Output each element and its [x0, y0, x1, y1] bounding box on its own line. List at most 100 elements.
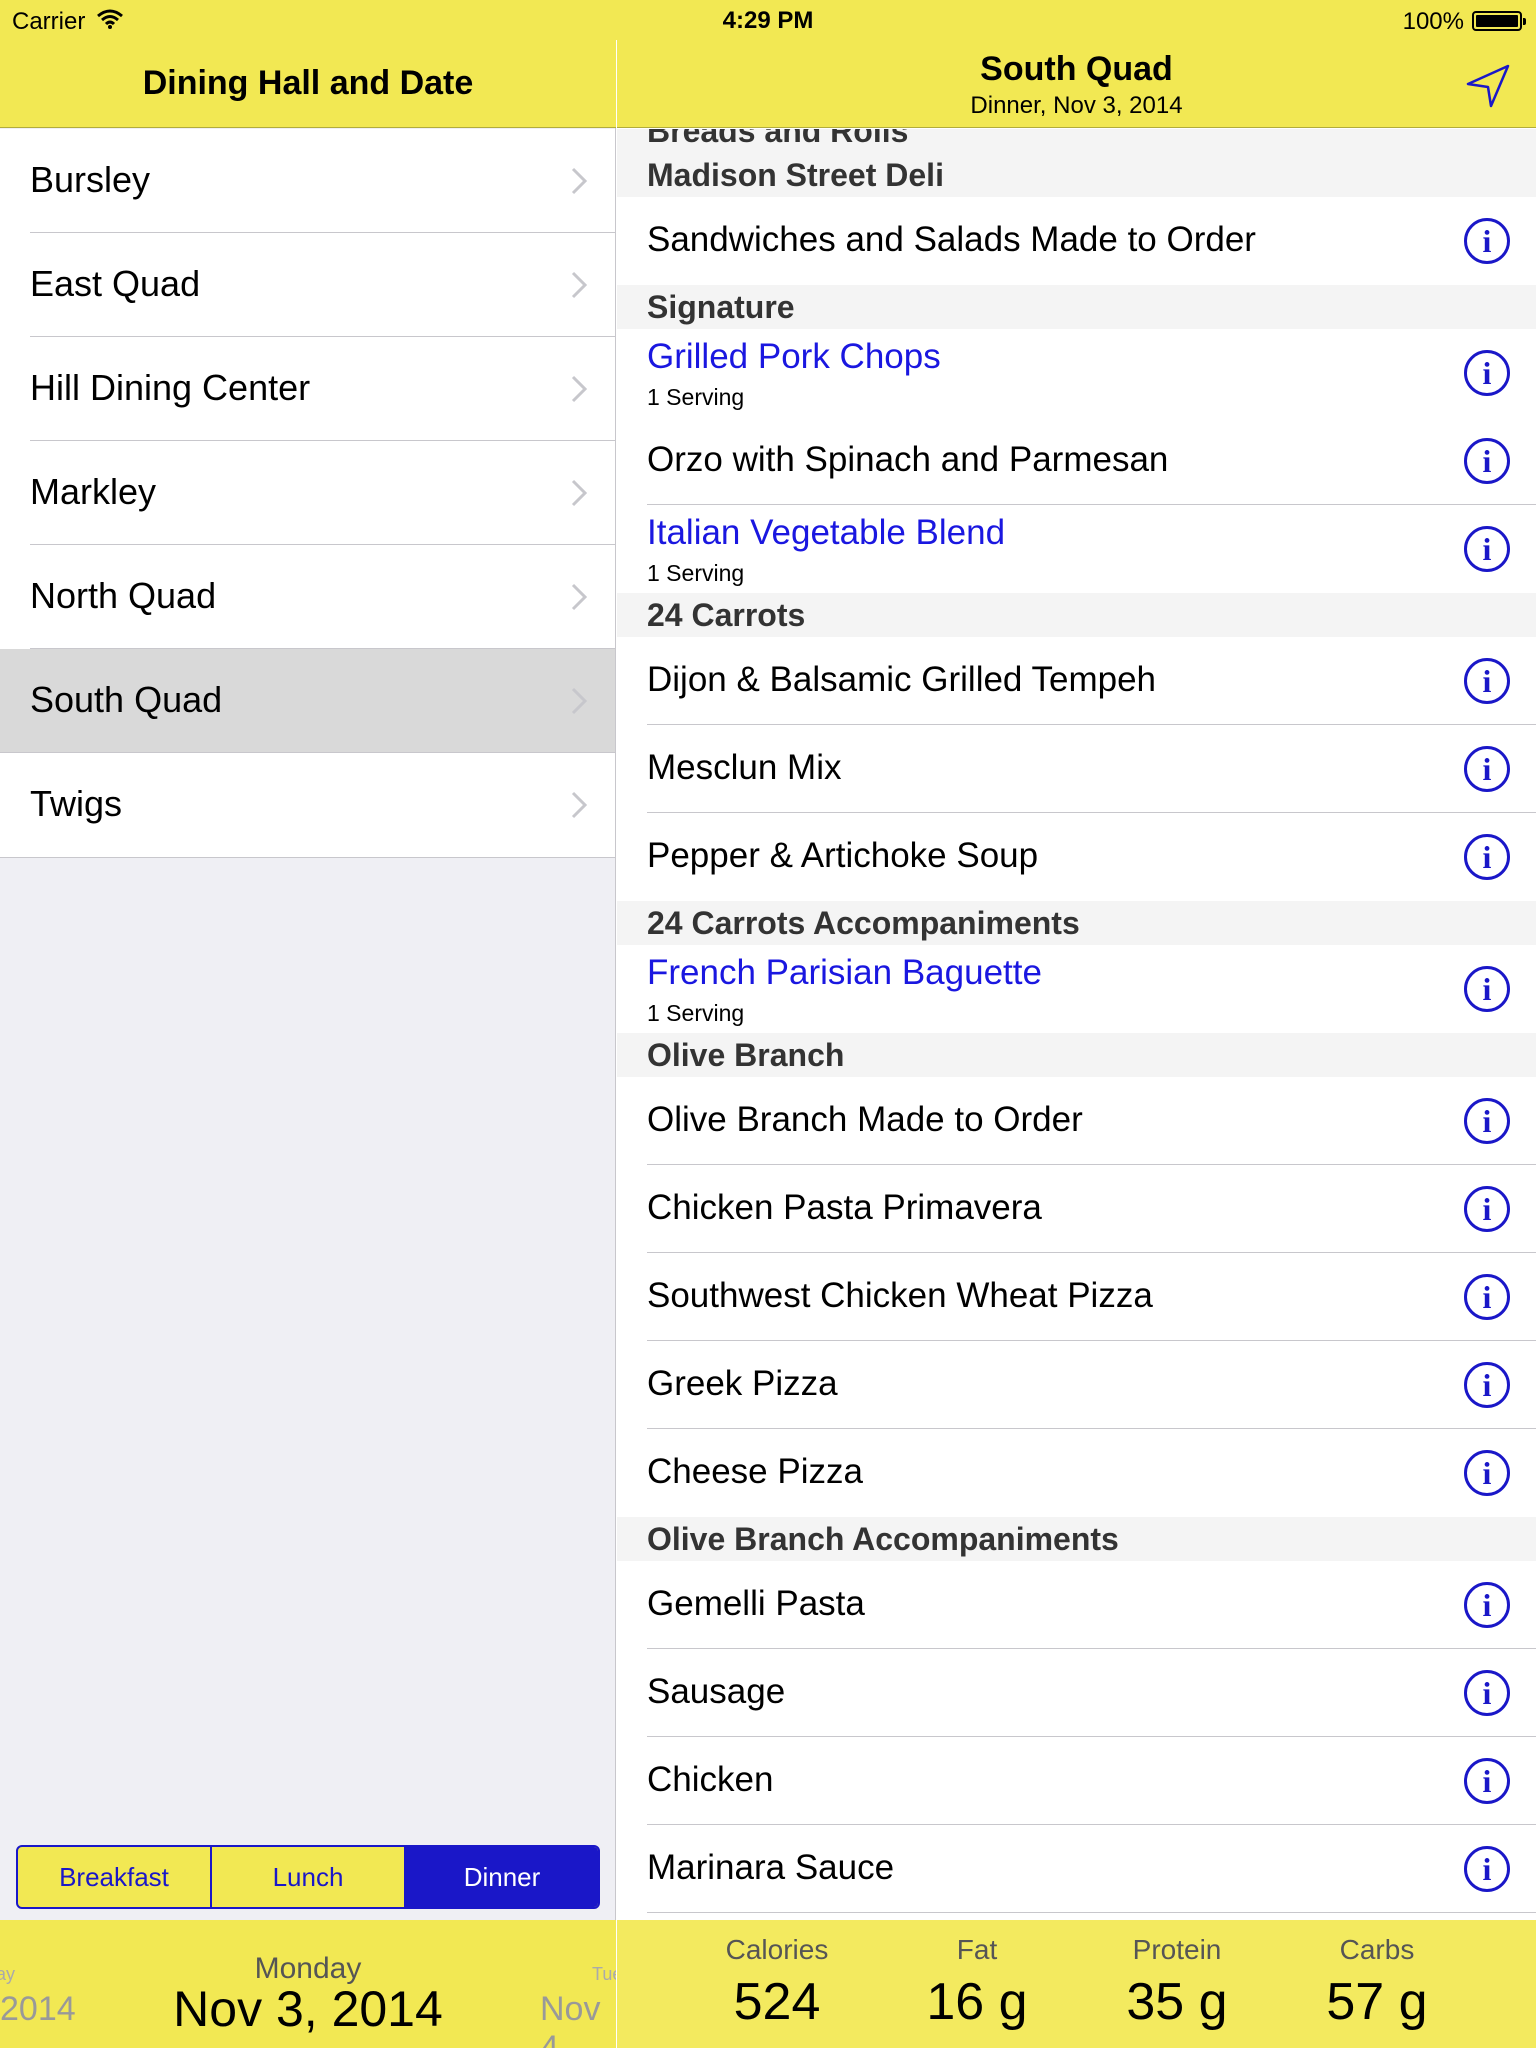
menu-item[interactable]: Olive Branch Made to Order i — [647, 1077, 1536, 1165]
dining-hall-list: Bursley East Quad Hill Dining Center Markle… — [0, 129, 615, 858]
menu-item-serving: 1 Serving — [647, 384, 745, 410]
menu-list[interactable]: Breads and Rolls Madison Street Deli Sandw… — [617, 129, 1536, 1919]
menu-item[interactable]: Marinara Sauce i — [647, 1825, 1536, 1913]
menu-item[interactable]: Grilled Pork Chops 1 Serving i — [647, 329, 1536, 417]
menu-item-name: Southwest Chicken Wheat Pizza — [647, 1276, 1153, 1315]
menu-item-name: Sausage — [647, 1672, 786, 1711]
detail-subtitle: Dinner, Nov 3, 2014 — [970, 92, 1183, 119]
hall-label: Markley — [30, 471, 157, 512]
menu-item[interactable]: Pepper & Artichoke Soup i — [647, 813, 1536, 901]
menu-item-name: Grilled Pork Chops — [647, 337, 941, 376]
hall-row[interactable]: East Quad — [30, 233, 615, 337]
menu-item-name: Dijon & Balsamic Grilled Tempeh — [647, 660, 1157, 699]
info-icon[interactable]: i — [1464, 1582, 1510, 1628]
battery-icon — [1472, 11, 1526, 31]
location-arrow-icon[interactable] — [1462, 60, 1514, 112]
menu-section-header: 24 Carrots Accompaniments — [617, 901, 1536, 945]
menu-item-name: Greek Pizza — [647, 1364, 838, 1403]
info-icon[interactable]: i — [1464, 1846, 1510, 1892]
menu-item-name: Italian Vegetable Blend — [647, 513, 1006, 552]
picker-next-day: Tue — [592, 1964, 616, 1984]
menu-section-header: Breads and Rolls — [617, 129, 1536, 153]
hall-row[interactable]: North Quad — [30, 545, 615, 649]
menu-item[interactable]: French Parisian Baguette 1 Serving i — [647, 945, 1536, 1033]
clock: 4:29 PM — [722, 7, 814, 34]
menu-section-header: 24 Carrots — [617, 593, 1536, 637]
menu-item-name: Chicken Pasta Primavera — [647, 1188, 1042, 1227]
meal-segment-lunch[interactable]: Lunch — [212, 1847, 406, 1907]
menu-item[interactable]: Sausage i — [647, 1649, 1536, 1737]
info-icon[interactable]: i — [1464, 350, 1510, 396]
info-icon[interactable]: i — [1464, 526, 1510, 572]
menu-section-header: Signature — [617, 285, 1536, 329]
detail-pane: South Quad Dinner, Nov 3, 2014 Breads an… — [617, 0, 1536, 2048]
info-icon[interactable]: i — [1464, 966, 1510, 1012]
picker-date: Nov 3, 2014 — [173, 1981, 443, 2037]
info-icon[interactable]: i — [1464, 1186, 1510, 1232]
menu-item[interactable]: Mesclun Mix i — [647, 725, 1536, 813]
master-title: Dining Hall and Date — [142, 64, 474, 102]
nutrition-value: 35 g — [1126, 1973, 1228, 2031]
info-icon[interactable]: i — [1464, 1098, 1510, 1144]
nutrition-value: 524 — [733, 1973, 821, 2031]
menu-item[interactable]: Alfredo Saucei — [647, 1913, 1536, 1919]
info-icon[interactable]: i — [1464, 1450, 1510, 1496]
nutrition-value: 16 g — [926, 1973, 1028, 2031]
date-picker[interactable]: ay 2014 Monday Nov 3, 2014 Tue Nov 4 — [0, 1920, 616, 2048]
menu-item[interactable]: Greek Pizza i — [647, 1341, 1536, 1429]
info-icon[interactable]: i — [1464, 1362, 1510, 1408]
hall-row[interactable]: Bursley — [30, 129, 615, 233]
menu-item-name: Gemelli Pasta — [647, 1584, 865, 1623]
menu-item-serving: 1 Serving — [647, 560, 745, 586]
chevron-right-icon — [571, 375, 587, 403]
menu-item[interactable]: Southwest Chicken Wheat Pizza i — [647, 1253, 1536, 1341]
menu-item[interactable]: Dijon & Balsamic Grilled Tempeh i — [647, 637, 1536, 725]
hall-label: Twigs — [30, 783, 123, 824]
info-icon[interactable]: i — [1464, 834, 1510, 880]
menu-item[interactable]: Orzo with Spinach and Parmesan i — [647, 417, 1536, 505]
menu-item-name: Mesclun Mix — [647, 748, 842, 787]
menu-item[interactable]: Sandwiches and Salads Made to Order i — [647, 197, 1536, 285]
meal-segment-breakfast[interactable]: Breakfast — [18, 1847, 212, 1907]
menu-item[interactable]: Gemelli Pasta i — [647, 1561, 1536, 1649]
menu-section-header: Olive Branch — [617, 1033, 1536, 1077]
meal-segmented-control: Breakfast Lunch Dinner — [16, 1845, 600, 1909]
hall-row[interactable]: Twigs — [30, 753, 615, 857]
menu-item[interactable]: Italian Vegetable Blend 1 Serving i — [647, 505, 1536, 593]
menu-section-header: Madison Street Deli — [617, 153, 1536, 197]
hall-row[interactable]: South Quad — [0, 649, 615, 753]
info-icon[interactable]: i — [1464, 218, 1510, 264]
hall-label: North Quad — [30, 575, 217, 616]
hall-label: Hill Dining Center — [30, 367, 311, 408]
detail-title: South Quad — [980, 50, 1173, 88]
hall-label: South Quad — [30, 679, 223, 720]
hall-row[interactable]: Markley — [30, 441, 615, 545]
detail-nav-bar: South Quad Dinner, Nov 3, 2014 — [617, 40, 1536, 128]
menu-item-name: Olive Branch Made to Order — [647, 1100, 1083, 1139]
menu-item[interactable]: Chicken i — [647, 1737, 1536, 1825]
chevron-right-icon — [571, 271, 587, 299]
nutrition-label: Calories — [725, 1934, 829, 1965]
menu-section-header: Olive Branch Accompaniments — [617, 1517, 1536, 1561]
info-icon[interactable]: i — [1464, 746, 1510, 792]
chevron-right-icon — [571, 479, 587, 507]
info-icon[interactable]: i — [1464, 1758, 1510, 1804]
info-icon[interactable]: i — [1464, 1274, 1510, 1320]
nutrition-label: Protein — [1132, 1934, 1222, 1965]
hall-label: Bursley — [30, 159, 151, 200]
menu-item-name: Sandwiches and Salads Made to Order — [647, 220, 1256, 259]
hall-row[interactable]: Hill Dining Center — [30, 337, 615, 441]
status-bar: Carrier 4:29 PM 100% — [0, 0, 1536, 40]
menu-item[interactable]: Chicken Pasta Primavera i — [647, 1165, 1536, 1253]
info-icon[interactable]: i — [1464, 1670, 1510, 1716]
info-icon[interactable]: i — [1464, 438, 1510, 484]
picker-next-date: Nov 4 — [540, 1990, 601, 2048]
chevron-right-icon — [571, 167, 587, 195]
chevron-right-icon — [571, 583, 587, 611]
info-icon[interactable]: i — [1464, 658, 1510, 704]
menu-item[interactable]: Cheese Pizza i — [647, 1429, 1536, 1517]
meal-segment-dinner[interactable]: Dinner — [406, 1847, 598, 1907]
nutrition-totals-bar: Calories 524 Fat 16 g Protein 35 g Carbs 57 g — [617, 1920, 1536, 2048]
menu-item-name: Orzo with Spinach and Parmesan — [647, 440, 1169, 479]
nutrition-value: 57 g — [1326, 1973, 1428, 2031]
